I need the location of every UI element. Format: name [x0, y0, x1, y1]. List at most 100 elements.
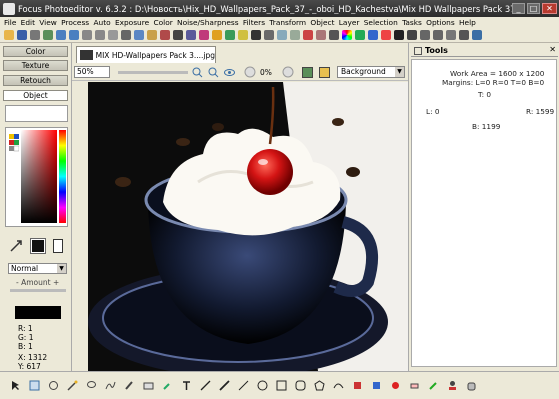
menu-transform[interactable]: Transform [269, 18, 306, 27]
retouch-icon[interactable] [371, 380, 382, 391]
noise-icon[interactable] [290, 30, 300, 40]
menu-tasks[interactable]: Tasks [402, 18, 422, 27]
rotate-left-icon[interactable] [82, 30, 92, 40]
menu-file[interactable]: File [4, 18, 16, 27]
adjust-icon[interactable] [160, 30, 170, 40]
tools-close-button[interactable]: ✕ [549, 45, 556, 54]
zoom-in-icon[interactable] [192, 67, 203, 78]
rotate-icon[interactable] [244, 66, 256, 78]
levels-icon[interactable] [173, 30, 183, 40]
tab-color[interactable]: Color [3, 46, 68, 57]
flip-icon[interactable] [108, 30, 118, 40]
menu-help[interactable]: Help [459, 18, 476, 27]
tab-texture[interactable]: Texture [3, 60, 68, 71]
menu-options[interactable]: Options [426, 18, 455, 27]
rounded-rect-icon[interactable] [295, 380, 306, 391]
swap-colors-icon[interactable] [9, 239, 23, 253]
menu-exposure[interactable]: Exposure [115, 18, 149, 27]
background-select[interactable]: Background ▼ [337, 66, 405, 78]
zoom-slider[interactable] [118, 71, 188, 74]
undo-icon[interactable] [56, 30, 66, 40]
maximize-button[interactable]: □ [527, 3, 540, 14]
info-icon[interactable] [459, 30, 469, 40]
lasso-icon[interactable] [86, 380, 97, 391]
pin-icon[interactable] [414, 46, 422, 55]
menu-process[interactable]: Process [61, 18, 89, 27]
select-rect-icon[interactable] [29, 380, 40, 391]
layers-icon[interactable] [381, 30, 391, 40]
color-wheel-icon[interactable] [342, 30, 352, 40]
saturation-icon[interactable] [225, 30, 235, 40]
stamp-person-icon[interactable] [447, 380, 458, 391]
pointer-icon[interactable] [10, 380, 21, 391]
stamp-icon[interactable] [352, 380, 363, 391]
open-icon[interactable] [4, 30, 14, 40]
palette-icon[interactable] [355, 30, 365, 40]
text-icon[interactable] [329, 30, 339, 40]
close-button[interactable]: ✕ [542, 3, 557, 14]
curve-icon[interactable] [333, 380, 344, 391]
swatch-strip[interactable] [9, 134, 19, 174]
contrast-icon[interactable] [251, 30, 261, 40]
print-icon[interactable] [30, 30, 40, 40]
fill-icon[interactable] [143, 380, 154, 391]
smudge-icon[interactable] [428, 380, 439, 391]
color-balance-icon[interactable] [199, 30, 209, 40]
blur-icon[interactable] [277, 30, 287, 40]
amount-slider[interactable] [10, 289, 66, 292]
menu-noise-sharpness[interactable]: Noise/Sharpness [177, 18, 239, 27]
clone-icon[interactable] [48, 380, 59, 391]
blend-mode-select[interactable]: Normal ▼ [8, 263, 67, 274]
save-icon[interactable] [17, 30, 27, 40]
menu-auto[interactable]: Auto [93, 18, 110, 27]
document-tab[interactable]: MIX HD-Wallpapers Pack 3....jpg [76, 46, 216, 63]
batch-icon[interactable] [407, 30, 417, 40]
zoom-select[interactable]: 50% [74, 66, 110, 78]
canvas-icon[interactable] [147, 30, 157, 40]
fullscreen-icon[interactable] [446, 30, 456, 40]
rectangle-icon[interactable] [276, 380, 287, 391]
saturation-gradient[interactable] [21, 130, 57, 223]
red-eye-icon[interactable] [390, 380, 401, 391]
ellipse-icon[interactable] [257, 380, 268, 391]
tab-object[interactable]: Object [3, 90, 68, 101]
foreground-color[interactable] [30, 238, 46, 254]
line-thick-icon[interactable] [219, 380, 230, 391]
hue-bar[interactable] [59, 130, 66, 223]
sharpen-icon[interactable] [264, 30, 274, 40]
menu-edit[interactable]: Edit [21, 18, 35, 27]
redo-icon[interactable] [69, 30, 79, 40]
rotate-right-icon[interactable] [95, 30, 105, 40]
mask-icon[interactable] [394, 30, 404, 40]
zoom-out-icon[interactable] [208, 67, 219, 78]
gradient-icon[interactable] [368, 30, 378, 40]
polygon-icon[interactable] [314, 380, 325, 391]
picker-icon[interactable] [162, 380, 173, 391]
image-icon[interactable] [302, 67, 313, 78]
line-icon[interactable] [200, 380, 211, 391]
menu-selection[interactable]: Selection [364, 18, 398, 27]
magic-wand-icon[interactable] [67, 380, 78, 391]
view-icon[interactable] [224, 67, 235, 78]
reset-rotation-icon[interactable] [282, 66, 294, 78]
preview-icon[interactable] [319, 67, 330, 78]
menu-filters[interactable]: Filters [243, 18, 265, 27]
resize-icon[interactable] [134, 30, 144, 40]
menu-color[interactable]: Color [153, 18, 172, 27]
scan-icon[interactable] [43, 30, 53, 40]
brush-icon[interactable] [124, 380, 135, 391]
effects-icon[interactable] [303, 30, 313, 40]
photo-image[interactable] [88, 82, 408, 371]
freehand-icon[interactable] [105, 380, 116, 391]
menu-object[interactable]: Object [310, 18, 334, 27]
brightness-icon[interactable] [238, 30, 248, 40]
crop-icon[interactable] [121, 30, 131, 40]
background-color[interactable] [53, 239, 63, 253]
arrow-line-icon[interactable] [238, 380, 249, 391]
hand-icon[interactable] [466, 380, 477, 391]
help-icon[interactable] [472, 30, 482, 40]
minimize-button[interactable]: _ [512, 3, 525, 14]
curves-icon[interactable] [186, 30, 196, 40]
canvas[interactable] [88, 82, 408, 371]
tab-retouch[interactable]: Retouch [3, 75, 68, 86]
